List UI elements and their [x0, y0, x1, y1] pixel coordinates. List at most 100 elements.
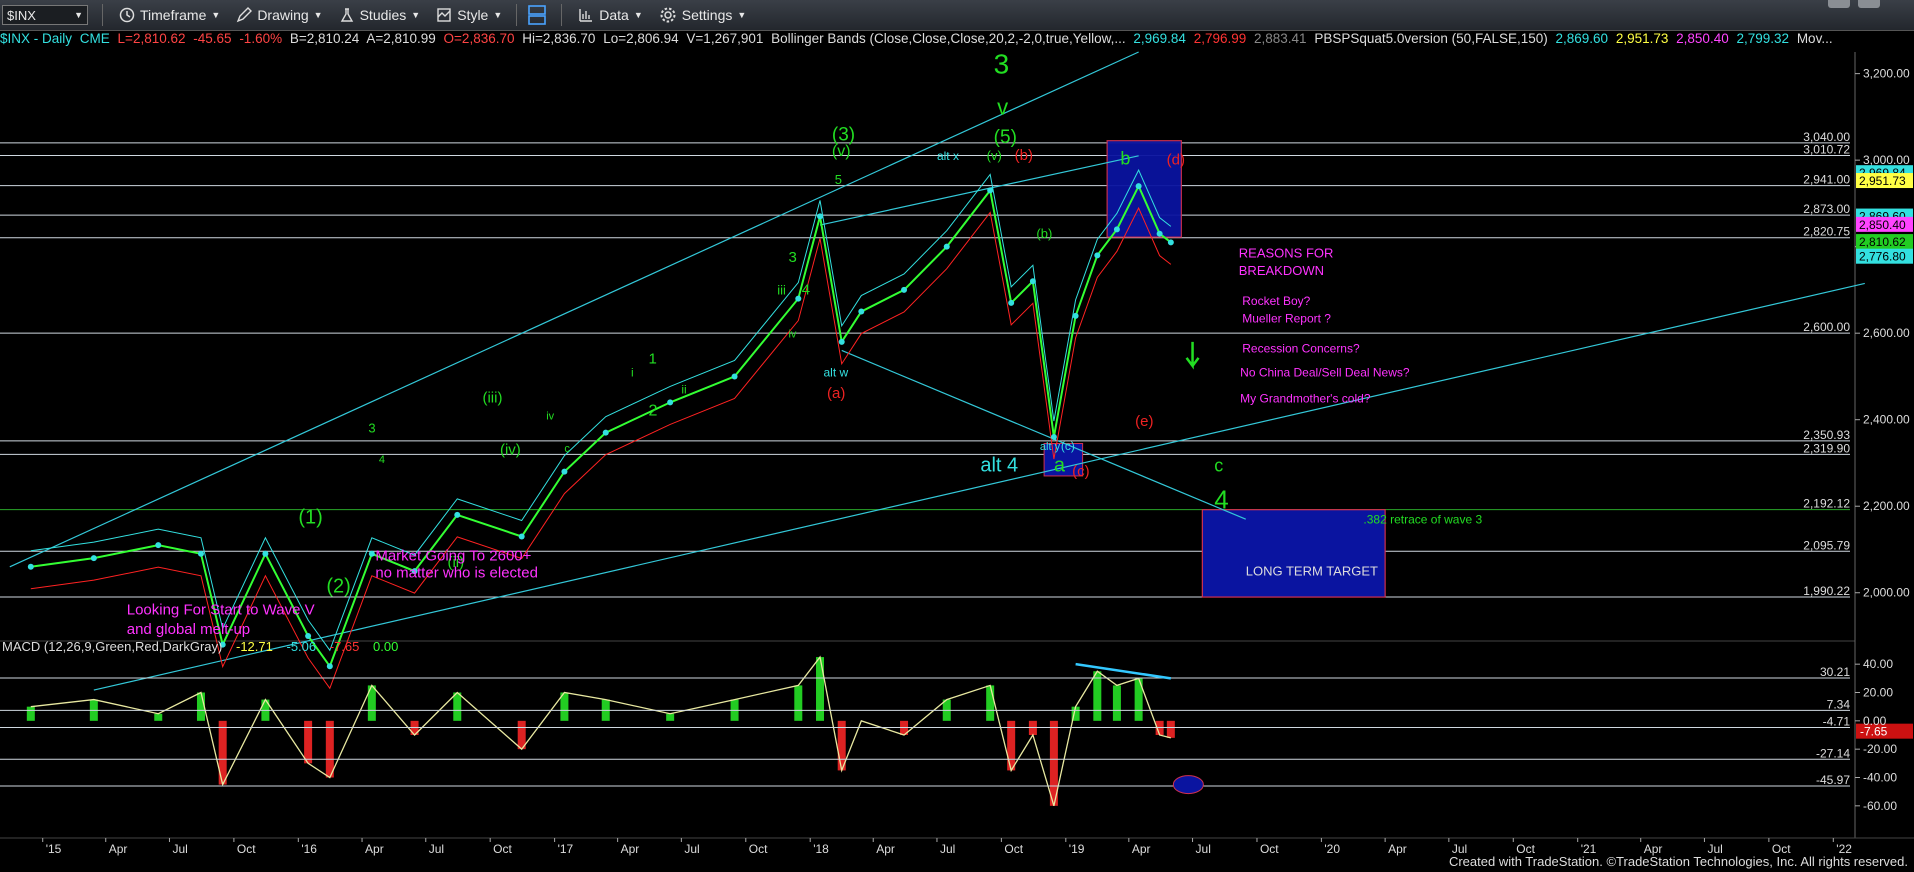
- price-point: [155, 542, 162, 549]
- price-axis-tick-label: 2,400.00: [1863, 413, 1910, 427]
- wave-annotation: (iv): [500, 441, 521, 458]
- wave-annotation: (5): [994, 127, 1017, 148]
- wave-annotation: no matter who is elected: [375, 565, 538, 582]
- time-axis-tick-label: Jul: [684, 842, 699, 856]
- price-point: [943, 243, 950, 250]
- price-point: [1167, 239, 1174, 246]
- price-point: [817, 213, 824, 220]
- wave-annotation: 5: [835, 172, 842, 187]
- wave-annotation: 3: [368, 421, 375, 436]
- time-axis-tick-label: Oct: [237, 842, 256, 856]
- price-level-label: 3,010.72: [1803, 143, 1850, 157]
- wave-annotation: (1): [298, 507, 322, 529]
- price-point: [731, 373, 738, 380]
- price-level-label: 1,990.22: [1803, 584, 1850, 598]
- last-price-tag-label: 2,776.80: [1859, 250, 1906, 264]
- wave-annotation: ii: [681, 383, 686, 397]
- price-axis-tick-label: 3,200.00: [1863, 67, 1910, 81]
- macd-axis-tick-label: -60.00: [1863, 799, 1897, 813]
- time-axis-tick-label: '17: [558, 842, 574, 856]
- price-point: [518, 533, 525, 540]
- macd-target-ellipse: [1172, 775, 1204, 795]
- time-axis-tick-label: Oct: [493, 842, 512, 856]
- macd-level-label: -4.71: [1823, 715, 1851, 729]
- wave-annotation: Recession Concerns?: [1242, 342, 1360, 356]
- wave-annotation: alt x: [937, 149, 959, 163]
- wave-annotation: 4: [1214, 484, 1228, 514]
- wave-annotation: Mueller Report ?: [1242, 311, 1331, 325]
- price-point: [1072, 312, 1079, 319]
- wave-annotation: BREAKDOWN: [1239, 263, 1324, 278]
- time-axis-tick-label: Apr: [1132, 842, 1151, 856]
- wave-annotation: iii: [777, 282, 786, 297]
- price-axis-tick-label: 2,200.00: [1863, 499, 1910, 513]
- macd-histogram-bar: [1007, 720, 1016, 771]
- price-axis-tick-label: 2,600.00: [1863, 326, 1910, 340]
- price-point: [667, 399, 674, 406]
- price-point: [987, 187, 994, 194]
- time-axis-tick-label: Jul: [429, 842, 444, 856]
- macd-histogram-bar: [453, 692, 462, 721]
- price-point: [1156, 230, 1163, 237]
- wave-annotation: My Grandmother's cold?: [1240, 391, 1371, 405]
- macd-histogram-bar: [154, 713, 163, 721]
- time-axis-tick-label: Apr: [365, 842, 384, 856]
- last-price-tag-label: 2,810.62: [1859, 235, 1906, 249]
- wave-annotation: REASONS FOR: [1239, 245, 1334, 260]
- price-line: [30, 183, 1172, 669]
- wave-annotation: (c): [1061, 439, 1075, 453]
- wave-annotation: (v): [987, 148, 1002, 163]
- wave-annotation: alt w: [824, 365, 849, 379]
- macd-axis-tick-label: -20.00: [1863, 742, 1897, 756]
- wave-annotation: Market Going To 2600+: [375, 547, 531, 564]
- wave-annotation: (a): [827, 385, 845, 402]
- macd-value: 0.00: [373, 639, 399, 654]
- macd-value: -12.71: [235, 639, 273, 654]
- price-point: [1135, 183, 1142, 190]
- time-axis-tick-label: Apr: [876, 842, 895, 856]
- price-point: [454, 511, 461, 518]
- price-point: [27, 563, 34, 570]
- footer-credit: Created with TradeStation. ©TradeStation…: [1448, 854, 1908, 869]
- price-axis-tick-label: 3,000.00: [1863, 153, 1910, 167]
- wave-annotation: (v): [832, 143, 851, 160]
- time-axis-tick-label: Jul: [172, 842, 187, 856]
- wave-annotation: Looking For Start to Wave V: [127, 601, 315, 618]
- macd-histogram-bar: [816, 657, 825, 721]
- macd-level-label: -45.97: [1816, 773, 1850, 787]
- macd-axis-tick-label: 0.00: [1863, 714, 1887, 728]
- wave-annotation: 3: [994, 49, 1010, 80]
- macd-label: MACD (12,26,9,Green,Red,DarkGray): [2, 639, 223, 654]
- wave-annotation: and global melt-up: [127, 621, 250, 638]
- time-axis-tick-label: Oct: [1004, 842, 1023, 856]
- wave-annotation: No China Deal/Sell Deal News?: [1240, 365, 1410, 379]
- macd-value: -5.06: [286, 639, 317, 654]
- price-axis-tick-label: 2,000.00: [1863, 586, 1910, 600]
- macd-value: -7.65: [329, 639, 360, 654]
- time-axis-tick-label: Jul: [940, 842, 955, 856]
- wave-annotation: c: [564, 443, 570, 455]
- last-price-tag-label: 2,951.73: [1859, 174, 1906, 188]
- price-chart[interactable]: 3,040.003,010.722,941.002,873.002,820.75…: [0, 0, 1914, 872]
- macd-histogram-bar: [26, 706, 35, 721]
- macd-axis-tick-label: 40.00: [1863, 657, 1893, 671]
- price-point: [795, 295, 802, 302]
- wave-annotation: 1: [648, 350, 656, 367]
- macd-histogram-bar: [1166, 720, 1175, 738]
- time-axis-tick-label: Apr: [1388, 842, 1407, 856]
- price-level-label: 2,873.00: [1803, 202, 1850, 216]
- long-term-target-box: [1201, 509, 1386, 598]
- price-point: [858, 308, 865, 315]
- macd-level-label: -27.14: [1816, 746, 1850, 760]
- wave-annotation: a: [1054, 455, 1066, 477]
- wave-annotation: c: [1214, 456, 1223, 476]
- down-arrow-icon: [1185, 341, 1200, 370]
- price-point: [602, 429, 609, 436]
- wave-annotation: 4: [802, 281, 810, 298]
- price-point: [1113, 226, 1120, 233]
- macd-line: [30, 655, 1172, 807]
- price-level-label: 2,095.79: [1803, 538, 1850, 552]
- wave-annotation: (b): [1015, 147, 1033, 164]
- price-point: [838, 338, 845, 345]
- price-point: [1050, 434, 1057, 441]
